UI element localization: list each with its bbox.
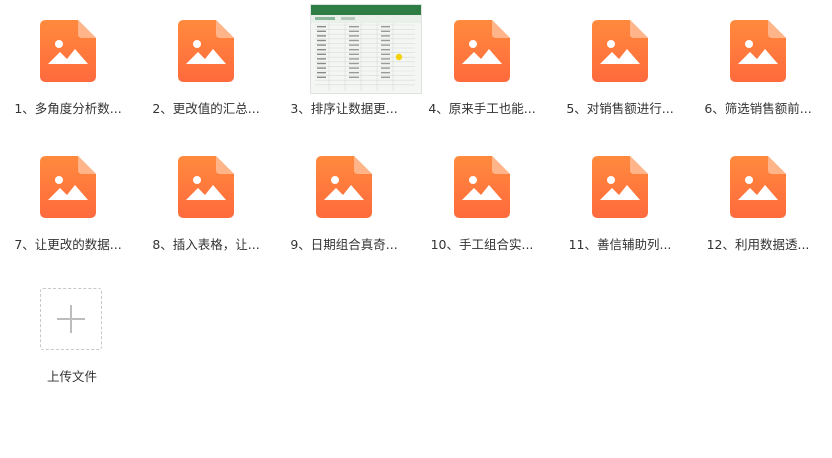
file-tile[interactable]: 1、多角度分析数... [6,2,130,126]
file-name: 10、手工组合实... [430,237,534,252]
image-file-icon [40,156,96,218]
image-file-icon [730,156,786,218]
icon-wrap [454,156,510,218]
file-tile[interactable]: 6、筛选销售额前... [696,2,820,126]
upload-label: 上传文件 [46,369,97,384]
file-name: 5、对销售额进行... [566,101,674,116]
file-tile[interactable]: 7、让更改的数据... [6,138,130,262]
file-name: 11、善信辅助列... [568,237,672,252]
file-name: 8、插入表格，让... [152,237,260,252]
icon-wrap [316,156,372,218]
icon-wrap [40,20,96,82]
image-file-icon [592,156,648,218]
file-tile[interactable]: 9、日期组合真奇... [282,138,406,262]
file-tile[interactable]: 5、对销售额进行... [558,2,682,126]
image-file-icon [316,156,372,218]
file-name: 4、原来手工也能... [428,101,536,116]
icon-wrap [454,20,510,82]
icon-wrap [592,156,648,218]
file-name: 3、排序让数据更... [290,101,398,116]
icon-wrap [730,20,786,82]
file-tile[interactable]: 3、排序让数据更... [282,2,422,126]
image-file-icon [40,20,96,82]
file-name: 6、筛选销售额前... [704,101,812,116]
icon-wrap [730,156,786,218]
icon-wrap [592,20,648,82]
image-file-icon [178,156,234,218]
file-tile[interactable]: 12、利用数据透... [696,138,820,262]
plus-icon [57,305,85,333]
image-file-icon [592,20,648,82]
upload-button[interactable] [40,288,102,350]
image-file-icon [454,156,510,218]
image-file-icon [178,20,234,82]
file-tile[interactable]: 4、原来手工也能... [420,2,544,126]
icon-wrap [178,156,234,218]
thumbnail-wrap [310,4,422,94]
file-name: 9、日期组合真奇... [290,237,398,252]
file-name: 12、利用数据透... [706,237,810,252]
file-tile[interactable]: 11、善信辅助列... [558,138,682,262]
file-name: 7、让更改的数据... [14,237,122,252]
file-name: 2、更改值的汇总... [152,101,260,116]
icon-wrap [178,20,234,82]
file-name: 1、多角度分析数... [14,101,122,116]
file-tile[interactable]: 2、更改值的汇总... [144,2,268,126]
image-file-icon [730,20,786,82]
file-tile[interactable]: 10、手工组合实... [420,138,544,262]
spreadsheet-thumbnail [310,4,422,94]
image-file-icon [454,20,510,82]
icon-wrap [40,156,96,218]
file-tile[interactable]: 8、插入表格，让... [144,138,268,262]
